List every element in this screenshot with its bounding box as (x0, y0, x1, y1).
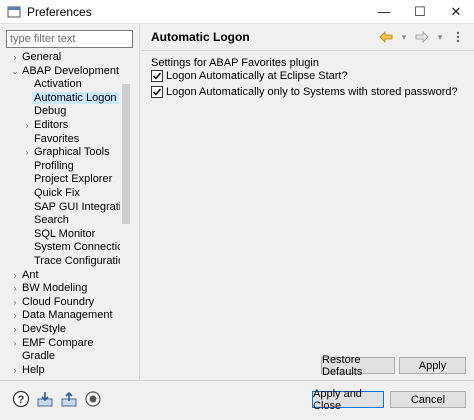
tree-item[interactable]: Search (22, 214, 71, 228)
tree-item-label: Cloud Foundry (22, 295, 95, 308)
tree-item[interactable]: Project Explorer (22, 173, 114, 187)
tree-item[interactable]: › Cloud Foundry (10, 296, 96, 310)
cancel-button[interactable]: Cancel (390, 391, 466, 408)
tree-item[interactable]: Profiling (22, 160, 76, 174)
preferences-tree-pane: ›General⌄ABAP DevelopmentActivationAutom… (0, 24, 140, 380)
tree-item-label: Quick Fix (34, 187, 80, 199)
tree-item-label: Favorites (34, 132, 80, 145)
tree-item-label: Graphical Tools (34, 146, 110, 159)
chevron-right-icon[interactable]: › (10, 296, 20, 310)
tree-item-label: Project Explorer (34, 173, 113, 186)
tree-item[interactable]: › Data Management (10, 309, 115, 323)
tree-item-label: General (22, 51, 62, 63)
apply-and-close-button[interactable]: Apply and Close (312, 388, 384, 412)
chevron-right-icon[interactable]: › (10, 337, 20, 351)
import-icon[interactable] (36, 390, 54, 408)
window-title: Preferences (27, 4, 92, 19)
tree-item-label: Trace Configuration (34, 255, 131, 267)
tree-item[interactable]: Favorites (22, 133, 81, 147)
tree-item[interactable]: Trace Configuration (22, 255, 132, 269)
logon-stored-password-checkbox[interactable]: Logon Automatically only to Systems with… (151, 86, 458, 98)
filter-input[interactable] (6, 30, 133, 48)
eclipse-app-icon (7, 6, 21, 17)
tree-item-label: Data Management (22, 309, 113, 322)
tree-item-label: ABAP Development (22, 64, 120, 77)
tree-item-label: SAP GUI Integration (34, 200, 132, 213)
chevron-right-icon[interactable]: › (10, 323, 20, 337)
tree-item[interactable]: Gradle (10, 350, 57, 364)
chevron-right-icon[interactable]: › (10, 282, 20, 296)
view-menu-icon[interactable] (450, 29, 466, 45)
tree-item-label: Editors (34, 119, 69, 131)
apply-button[interactable]: Apply (399, 357, 466, 374)
tree-item-label: BW Modeling (22, 282, 88, 295)
tree-item-label: Ant (22, 268, 39, 281)
tree-item-label: Profiling (34, 159, 74, 172)
tree-item[interactable]: Automatic Logon (22, 91, 119, 106)
tree-item-label: DevStyle (22, 323, 67, 335)
forward-arrow-icon[interactable] (414, 29, 430, 45)
preference-page: Automatic Logon ▾ ▾ Settings for ABAP Fa… (141, 24, 474, 380)
tree-item[interactable]: System Connections (22, 241, 132, 255)
tree-item[interactable]: › EMF Compare (10, 337, 96, 351)
chevron-right-icon[interactable]: › (10, 269, 20, 283)
tree-item[interactable]: SQL Monitor (22, 228, 97, 242)
scrollbar-thumb[interactable] (122, 84, 130, 224)
tree-item[interactable]: › Ant (10, 269, 41, 283)
checkbox-label: Logon Automatically at Eclipse Start? (166, 70, 348, 82)
tree-item[interactable]: Quick Fix (22, 187, 82, 201)
chevron-right-icon[interactable]: › (22, 146, 32, 160)
header-divider (141, 50, 474, 51)
tree-item[interactable]: SAP GUI Integration (22, 201, 132, 215)
minimize-button[interactable]: — (366, 0, 402, 24)
chevron-right-icon[interactable]: › (10, 309, 20, 323)
maximize-button[interactable]: ☐ (402, 0, 438, 24)
close-button[interactable]: ✕ (438, 0, 474, 24)
back-arrow-icon[interactable] (378, 29, 394, 45)
tree-item[interactable]: › DevStyle (10, 323, 68, 337)
tree-item[interactable]: ⌄ ABAP Development (10, 65, 121, 79)
tree-item-label: Debug (34, 105, 67, 118)
help-icon[interactable]: ? (12, 390, 30, 408)
tree-item-label: Gradle (22, 350, 56, 363)
dialog-footer: ? Apply and Close Cancel (0, 381, 474, 420)
tree-item[interactable]: › BW Modeling (10, 282, 89, 296)
chevron-right-icon[interactable]: › (10, 51, 20, 65)
tree-item-label: Activation (34, 78, 82, 91)
tree-item[interactable]: › Help (10, 364, 47, 378)
restore-defaults-button[interactable]: Restore Defaults (321, 354, 395, 378)
title-bar: Preferences — ☐ ✕ (0, 0, 474, 24)
tree-item-label: Automatic Logon (32, 91, 119, 104)
logon-at-start-checkbox[interactable]: Logon Automatically at Eclipse Start? (151, 70, 348, 82)
tree-item[interactable]: › General (10, 51, 63, 65)
page-header: Automatic Logon ▾ ▾ (141, 24, 474, 50)
tree-item-label: Search (34, 214, 69, 227)
tree-item[interactable]: Debug (22, 105, 68, 119)
tree-item[interactable]: Activation (22, 78, 84, 92)
tree-item-label: SQL Monitor (34, 227, 96, 240)
page-description: Settings for ABAP Favorites plugin (151, 57, 319, 69)
tree-scrollbar[interactable] (120, 48, 132, 378)
preferences-tree: › General ⌄ ABAP Development Activation Autom… (0, 48, 132, 378)
checkbox-checked-icon[interactable] (151, 70, 163, 82)
tree-item[interactable]: › Editors (22, 119, 70, 133)
chevron-down-icon[interactable]: ⌄ (10, 65, 20, 79)
back-menu-chevron-icon[interactable]: ▾ (396, 29, 412, 45)
checkbox-checked-icon[interactable] (151, 86, 163, 98)
tree-item[interactable]: › Graphical Tools (22, 146, 112, 160)
export-icon[interactable] (60, 390, 78, 408)
tree-item-label: EMF Compare (22, 336, 94, 349)
forward-menu-chevron-icon[interactable]: ▾ (432, 29, 448, 45)
svg-text:?: ? (18, 394, 25, 406)
page-title: Automatic Logon (151, 30, 250, 44)
record-icon[interactable] (84, 390, 102, 408)
chevron-right-icon[interactable]: › (22, 119, 32, 133)
tree-item-label: System Connections (34, 241, 132, 254)
checkbox-label: Logon Automatically only to Systems with… (166, 86, 458, 98)
tree-item-label: Help (22, 363, 45, 376)
chevron-right-icon[interactable]: › (10, 364, 20, 378)
